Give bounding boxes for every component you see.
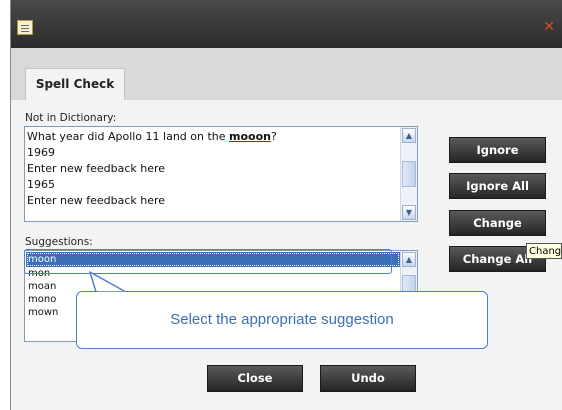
tab-spell-check[interactable]: Spell Check bbox=[25, 68, 125, 100]
text-line: What year did Apollo 11 land on the mooo… bbox=[27, 130, 277, 143]
hint-callout: Select the appropriate suggestion bbox=[76, 291, 488, 349]
text-line: Enter new feedback here bbox=[27, 162, 166, 175]
misspelled-word: mooon bbox=[229, 130, 271, 143]
tab-strip: Spell Check bbox=[11, 48, 562, 100]
scroll-up-icon[interactable]: ▲ bbox=[402, 252, 416, 267]
text-line: 1965 bbox=[27, 178, 55, 191]
title-bar: ✕ bbox=[11, 0, 562, 48]
change-tooltip: Change bbox=[526, 243, 562, 259]
text-line: 1969 bbox=[27, 146, 55, 159]
not-in-dictionary-textbox[interactable]: What year did Apollo 11 land on the mooo… bbox=[24, 126, 418, 222]
change-button[interactable]: Change bbox=[449, 210, 546, 236]
scroll-thumb[interactable] bbox=[402, 161, 416, 187]
undo-button[interactable]: Undo bbox=[320, 365, 416, 392]
close-button[interactable]: Close bbox=[207, 365, 303, 392]
not-in-dictionary-label: Not in Dictionary: bbox=[25, 112, 117, 124]
ignore-all-button[interactable]: Ignore All bbox=[449, 173, 546, 199]
scroll-down-icon[interactable]: ▼ bbox=[402, 205, 416, 220]
text-line: Enter new feedback here bbox=[27, 194, 166, 207]
suggestions-label: Suggestions: bbox=[25, 236, 93, 248]
ignore-button[interactable]: Ignore bbox=[449, 137, 546, 163]
close-x-icon[interactable]: ✕ bbox=[543, 20, 555, 34]
vertical-scrollbar[interactable]: ▲ ▼ bbox=[400, 127, 417, 221]
suggestion-highlight-frame bbox=[24, 249, 392, 274]
document-icon bbox=[17, 20, 33, 35]
scroll-up-icon[interactable]: ▲ bbox=[402, 128, 416, 143]
